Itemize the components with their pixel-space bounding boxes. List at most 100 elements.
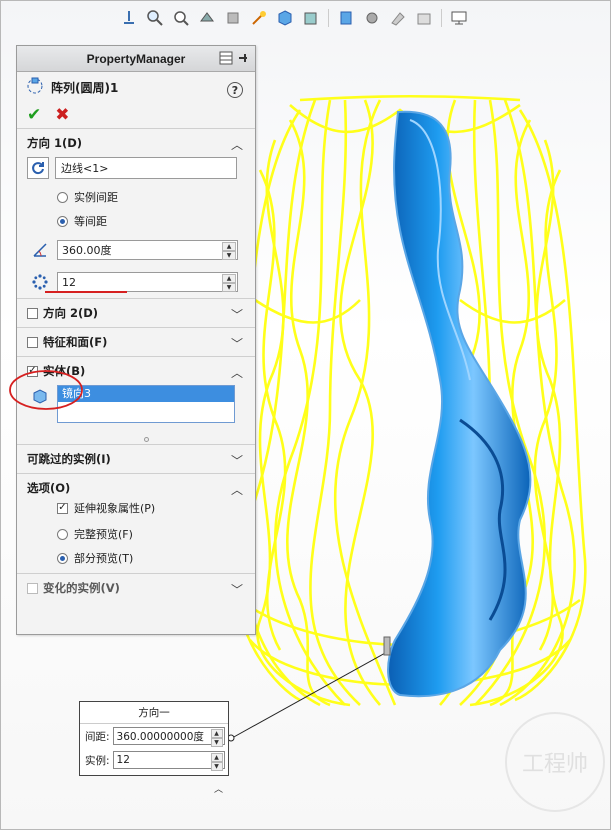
- callout-instances-input[interactable]: 12 ▲ ▼: [112, 751, 225, 771]
- feature-name: 阵列(圆周)1: [51, 80, 119, 95]
- pin-icon[interactable]: [237, 51, 249, 68]
- direction2-header[interactable]: 方向 2(D) ﹀: [17, 299, 255, 327]
- equal-spacing-option[interactable]: 等间距: [17, 213, 255, 229]
- apply-scene-icon[interactable]: [387, 7, 409, 29]
- view-orientation-cube-icon[interactable]: [274, 7, 296, 29]
- instance-spacing-option[interactable]: 实例间距: [17, 189, 255, 205]
- direction1-title: 方向 1(D): [27, 136, 83, 150]
- angle-icon: [29, 239, 51, 261]
- toolbar-separator: [441, 9, 442, 27]
- spin-down-icon[interactable]: ▼: [222, 283, 236, 292]
- resize-grip[interactable]: [144, 437, 149, 442]
- varying-instances-header[interactable]: 变化的实例(V) ﹀: [17, 574, 255, 602]
- edge-handle[interactable]: [383, 636, 391, 656]
- red-circle-annotation: [9, 370, 83, 410]
- monitor-icon[interactable]: [448, 7, 470, 29]
- section-view-icon[interactable]: [222, 7, 244, 29]
- spin-up-icon[interactable]: ▲: [210, 753, 223, 762]
- varying-instances-checkbox[interactable]: [27, 582, 38, 594]
- features-faces-title: 特征和面(F): [43, 335, 108, 349]
- chevron-down-icon[interactable]: ﹀: [231, 335, 243, 352]
- toolbar-separator: [328, 9, 329, 27]
- hide-show-items-icon[interactable]: [335, 7, 357, 29]
- options-group: 选项(O) ︿ 延伸视象属性(P) 完整预览(F) 部分预览(T): [17, 473, 255, 573]
- skip-instances-header[interactable]: 可跳过的实例(I) ﹀: [17, 445, 255, 473]
- direction2-group: 方向 2(D) ﹀: [17, 298, 255, 327]
- equal-spacing-radio[interactable]: [57, 215, 68, 227]
- callout-spacing-row: 间距: 360.00000000度 ▲ ▼: [80, 724, 228, 748]
- chevron-up-icon[interactable]: ︿: [231, 481, 243, 498]
- spin-down-icon[interactable]: ▼: [210, 738, 223, 747]
- view-settings-icon[interactable]: [413, 7, 435, 29]
- cancel-button[interactable]: ✖: [55, 105, 69, 125]
- instance-count-input[interactable]: 12 ▲ ▼: [57, 272, 238, 292]
- circular-pattern-icon: [25, 76, 45, 99]
- skip-instances-title: 可跳过的实例(I): [27, 452, 111, 466]
- spin-up-icon[interactable]: ▲: [222, 274, 236, 283]
- callout-instances-label: 实例:: [85, 754, 110, 767]
- direction2-title: 方向 2(D): [43, 306, 99, 320]
- callout-instances-spinner[interactable]: ▲ ▼: [210, 753, 223, 771]
- chevron-up-icon[interactable]: ︿: [231, 364, 243, 381]
- callout-instances-row: 实例: 12 ▲ ▼: [80, 748, 228, 772]
- zoom-to-fit-icon[interactable]: [144, 7, 166, 29]
- view-orientation-icon[interactable]: [118, 7, 140, 29]
- count-spinner[interactable]: ▲ ▼: [222, 274, 236, 292]
- reverse-direction-icon[interactable]: [27, 157, 49, 179]
- blue-solid-body[interactable]: [387, 110, 532, 698]
- angle-spinner[interactable]: ▲ ▼: [222, 242, 236, 260]
- callout-spacing-spinner[interactable]: ▲ ▼: [210, 729, 223, 747]
- spin-up-icon[interactable]: ▲: [210, 729, 223, 738]
- watermark-text: 工程帅: [521, 752, 588, 777]
- features-faces-header[interactable]: 特征和面(F) ﹀: [17, 328, 255, 356]
- callout-spacing-input[interactable]: 360.00000000度 ▲ ▼: [112, 727, 225, 747]
- ok-button[interactable]: ✔: [27, 105, 41, 125]
- callout-spacing-value: 360.00000000度: [116, 730, 204, 743]
- full-preview-radio[interactable]: [57, 528, 68, 540]
- spin-down-icon[interactable]: ▼: [222, 251, 236, 260]
- help-button[interactable]: ?: [227, 82, 243, 98]
- options-title: 选项(O): [27, 481, 71, 495]
- propagate-visual-label: 延伸视象属性(P): [74, 502, 156, 515]
- varying-instances-title: 变化的实例(V): [43, 581, 120, 595]
- direction1-group: 方向 1(D) ︿ 边线<1> 实例间距 等间距 360.00度 ▲▼ 12: [17, 128, 255, 298]
- chevron-down-icon[interactable]: ﹀: [231, 581, 243, 598]
- equal-spacing-label: 等间距: [74, 215, 107, 228]
- instance-spacing-radio[interactable]: [57, 191, 68, 203]
- ok-cancel-row: ✔ ✖: [17, 102, 255, 128]
- property-manager-panel: PropertyManager 阵列(圆周)1 ? ✔ ✖ 方向 1(D) ︿ …: [16, 45, 256, 635]
- direction2-checkbox[interactable]: [27, 307, 38, 319]
- heads-up-view-toolbar: [118, 6, 470, 30]
- display-style-icon[interactable]: [300, 7, 322, 29]
- toggle-view-icon[interactable]: [219, 51, 233, 68]
- edit-appearance-icon[interactable]: [361, 7, 383, 29]
- varying-instances-group: 变化的实例(V) ﹀: [17, 573, 255, 602]
- features-faces-group: 特征和面(F) ﹀: [17, 327, 255, 356]
- angle-input[interactable]: 360.00度 ▲ ▼: [57, 240, 238, 260]
- direction-callout: 方向一 间距: 360.00000000度 ▲ ▼ 实例: 12 ▲ ▼: [79, 701, 229, 776]
- angle-value: 360.00度: [62, 244, 112, 257]
- dynamic-annotation-icon[interactable]: [248, 7, 270, 29]
- propagate-visual-option[interactable]: 延伸视象属性(P): [17, 500, 255, 516]
- watermark-seal: 工程帅: [505, 712, 605, 812]
- partial-preview-label: 部分预览(T): [74, 552, 134, 565]
- callout-collapse-icon[interactable]: ︿: [214, 782, 223, 795]
- full-preview-option[interactable]: 完整预览(F): [17, 526, 255, 542]
- edge-row: 边线<1>: [17, 157, 255, 179]
- partial-preview-option[interactable]: 部分预览(T): [17, 550, 255, 566]
- options-header[interactable]: 选项(O) ︿: [17, 474, 255, 502]
- property-manager-title: PropertyManager: [86, 51, 186, 66]
- spin-down-icon[interactable]: ▼: [210, 762, 223, 771]
- features-faces-checkbox[interactable]: [27, 336, 38, 348]
- partial-preview-radio[interactable]: [57, 552, 68, 564]
- chevron-down-icon[interactable]: ﹀: [231, 306, 243, 323]
- chevron-up-icon[interactable]: ︿: [231, 136, 243, 153]
- direction1-header[interactable]: 方向 1(D) ︿: [17, 129, 255, 157]
- pattern-axis-field[interactable]: 边线<1>: [55, 157, 237, 179]
- previous-view-icon[interactable]: [196, 7, 218, 29]
- callout-title: 方向一: [80, 702, 228, 724]
- spin-up-icon[interactable]: ▲: [222, 242, 236, 251]
- propagate-visual-checkbox[interactable]: [57, 502, 68, 514]
- chevron-down-icon[interactable]: ﹀: [231, 452, 243, 469]
- zoom-to-area-icon[interactable]: [170, 7, 192, 29]
